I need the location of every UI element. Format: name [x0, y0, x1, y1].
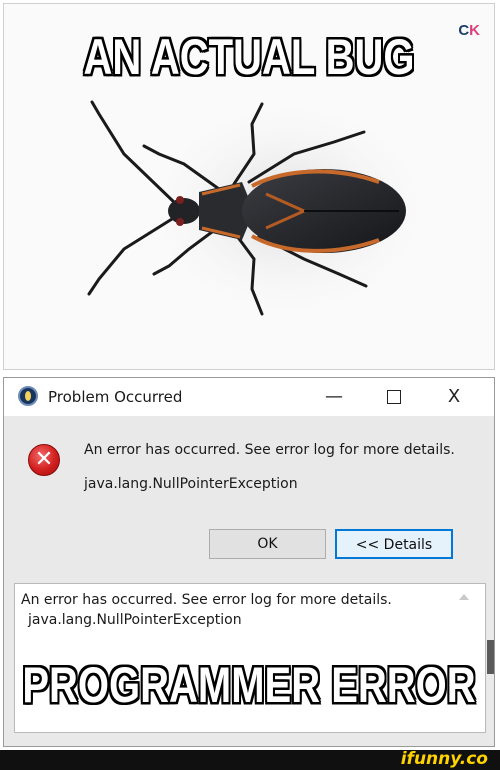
ok-button[interactable]: OK: [209, 529, 326, 559]
scroll-up-arrow-icon[interactable]: [459, 594, 469, 600]
maximize-button[interactable]: [364, 378, 424, 416]
error-dialog-panel: Problem Occurred — X ✕ An error has occu…: [3, 377, 495, 747]
top-caption: AN ACTUAL BUG: [82, 29, 415, 87]
error-message: An error has occurred. See error log for…: [84, 442, 455, 458]
bottom-caption: PROGRAMMER ERROR: [21, 657, 476, 715]
error-x-icon: ✕: [28, 444, 60, 476]
site-logo: ifunny.co: [400, 749, 488, 769]
minimize-button[interactable]: —: [304, 378, 364, 416]
dialog-title: Problem Occurred: [48, 388, 183, 406]
close-button[interactable]: X: [424, 378, 484, 416]
details-line-exception: java.lang.NullPointerException: [28, 612, 242, 628]
footer-bar: ifunny.co: [0, 749, 500, 770]
eclipse-app-icon: [18, 386, 38, 406]
details-button[interactable]: << Details: [335, 529, 453, 559]
details-line-message: An error has occurred. See error log for…: [21, 592, 392, 608]
exception-text: java.lang.NullPointerException: [84, 476, 298, 492]
maximize-icon: [387, 390, 401, 404]
bug-photo-panel: CK AN ACTUAL BUG: [3, 3, 495, 370]
dialog-titlebar: Problem Occurred — X: [4, 378, 494, 416]
